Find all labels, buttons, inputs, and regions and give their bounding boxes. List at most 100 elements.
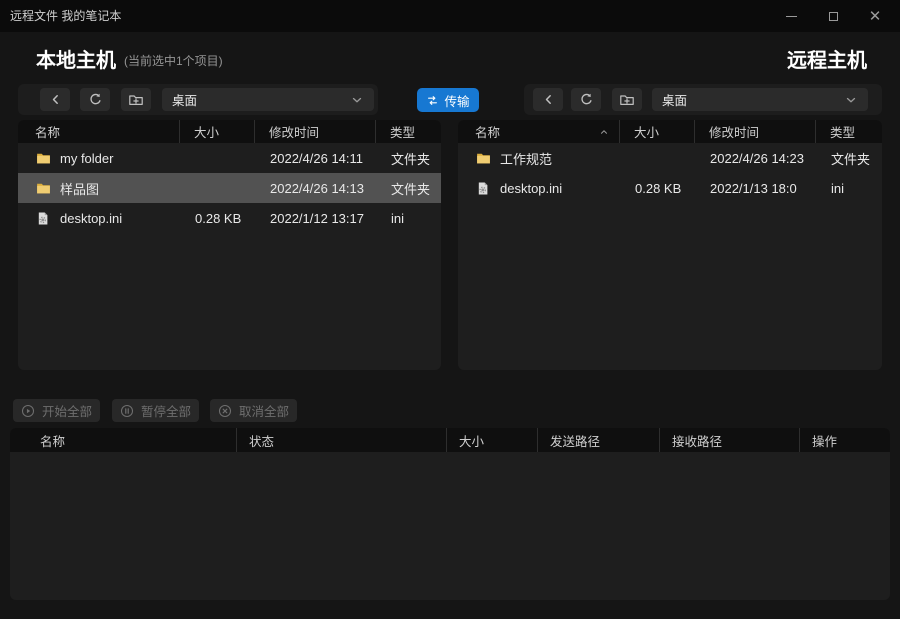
transfer-queue-body [10, 452, 890, 600]
local-refresh-button[interactable] [80, 88, 110, 111]
file-size-cell: 0.28 KB [195, 210, 242, 226]
remote-back-button[interactable] [533, 88, 563, 111]
pause-all-label: 暂停全部 [140, 405, 191, 419]
file-name: desktop.ini [60, 210, 123, 226]
x-circle-icon [218, 404, 232, 417]
file-name-cell: desktop.ini [458, 173, 620, 203]
transfer-button-label: 传输 [444, 94, 470, 109]
queue-column-size[interactable]: 大小 [447, 428, 538, 452]
remote-refresh-button[interactable] [571, 88, 601, 111]
queue-column-operation[interactable]: 操作 [800, 428, 890, 452]
file-modified-cell: 2022/4/26 14:11 [270, 150, 364, 166]
remote-column-size[interactable]: 大小 [620, 120, 695, 143]
remote-column-type[interactable]: 类型 [816, 120, 882, 143]
remote-toolbar: 桌面 [524, 84, 882, 115]
file-name-cell: my folder [18, 143, 180, 173]
selection-info: (当前选中1个项目) [124, 54, 223, 68]
titlebar: 远程文件 我的笔记本 ✕ [0, 0, 900, 32]
local-host-label: 本地主机 [36, 50, 116, 72]
folder-plus-icon [620, 94, 634, 105]
file-size-cell: 0.28 KB [635, 180, 682, 196]
cancel-all-button[interactable]: 取消全部 [210, 399, 297, 422]
queue-column-status[interactable]: 状态 [237, 428, 447, 452]
file-row[interactable]: desktop.ini 0.28 KB 2022/1/12 13:17 ini [18, 203, 441, 233]
remote-file-list: 工作规范 2022/4/26 14:23 文件夹 desktop.ini 0.28 KB… [458, 143, 882, 203]
queue-column-receive-path[interactable]: 接收路径 [660, 428, 800, 452]
queue-column-send-path[interactable]: 发送路径 [538, 428, 660, 452]
chevron-down-icon [846, 97, 856, 102]
pause-circle-icon [120, 404, 134, 417]
remote-path-value: 桌面 [662, 94, 688, 108]
file-row[interactable]: 样品图 2022/4/26 14:13 文件夹 [18, 173, 441, 203]
play-circle-icon [21, 404, 35, 417]
remote-column-modified[interactable]: 修改时间 [695, 120, 816, 143]
remote-path-dropdown[interactable]: 桌面 [652, 88, 868, 111]
minimize-button[interactable] [770, 0, 812, 32]
folder-icon [476, 151, 491, 166]
file-name-cell: desktop.ini [18, 203, 180, 233]
ini-file-icon [476, 181, 491, 196]
maximize-button[interactable] [812, 0, 854, 32]
folder-icon [36, 181, 51, 196]
file-type-cell: 文件夹 [391, 181, 431, 197]
minimize-icon [785, 15, 797, 17]
local-column-name[interactable]: 名称 [18, 120, 180, 143]
folder-icon [36, 151, 51, 166]
chevron-left-icon [52, 95, 58, 104]
file-row[interactable]: desktop.ini 0.28 KB 2022/1/13 18:0 ini [458, 173, 882, 203]
remote-new-folder-button[interactable] [612, 88, 642, 111]
local-file-panel: 名称 大小 修改时间 类型 my folder 2022/4/26 14:11 文件… [18, 120, 441, 370]
sort-ascending-icon [599, 127, 609, 137]
file-name-cell: 工作规范 [458, 143, 620, 173]
chevron-down-icon [352, 97, 362, 102]
file-row[interactable]: my folder 2022/4/26 14:11 文件夹 [18, 143, 441, 173]
local-column-modified[interactable]: 修改时间 [255, 120, 376, 143]
local-toolbar: 桌面 [18, 84, 378, 115]
file-name: desktop.ini [500, 180, 563, 196]
local-column-size[interactable]: 大小 [180, 120, 255, 143]
local-file-header: 名称 大小 修改时间 类型 [18, 120, 441, 143]
file-modified-cell: 2022/4/26 14:13 [270, 180, 364, 196]
window-title: 远程文件 我的笔记本 [10, 9, 122, 23]
local-host-title: 本地主机 (当前选中1个项目) [36, 44, 223, 73]
transfer-button[interactable]: 传输 [417, 88, 479, 112]
file-size-cell [180, 143, 255, 173]
pause-all-button[interactable]: 暂停全部 [112, 399, 199, 422]
transfer-queue-header: 名称 状态 大小 发送路径 接收路径 操作 [10, 428, 890, 452]
transfer-queue-table: 名称 状态 大小 发送路径 接收路径 操作 [10, 428, 890, 600]
remote-file-panel: 名称 大小 修改时间 类型 工作规范 2022/4/26 14:23 文件夹 desk… [458, 120, 882, 370]
local-column-type[interactable]: 类型 [376, 120, 441, 143]
app-window: 远程文件 我的笔记本 ✕ 本地主机 (当前选中1个项目) 远程主机 桌面 传输 [0, 0, 900, 619]
ini-file-icon [36, 211, 51, 226]
file-modified-cell: 2022/1/13 18:0 [710, 180, 797, 196]
file-name-cell: 样品图 [18, 173, 180, 203]
file-name: my folder [60, 150, 114, 166]
maximize-icon [828, 11, 838, 21]
file-row[interactable]: 工作规范 2022/4/26 14:23 文件夹 [458, 143, 882, 173]
refresh-icon [580, 93, 592, 105]
local-file-list: my folder 2022/4/26 14:11 文件夹 样品图 2022/4/26 … [18, 143, 441, 233]
queue-column-name[interactable]: 名称 [10, 428, 237, 452]
file-modified-cell: 2022/4/26 14:23 [710, 150, 804, 166]
file-name: 样品图 [60, 181, 100, 197]
remote-column-name[interactable]: 名称 [458, 120, 620, 143]
chevron-left-icon [545, 95, 551, 104]
local-back-button[interactable] [40, 88, 70, 111]
start-all-button[interactable]: 开始全部 [13, 399, 100, 422]
file-size-cell [620, 143, 695, 173]
folder-plus-icon [129, 94, 143, 105]
start-all-label: 开始全部 [41, 405, 92, 419]
file-name: 工作规范 [500, 151, 553, 167]
file-modified-cell: 2022/1/12 13:17 [270, 210, 364, 226]
file-size-cell [180, 173, 255, 203]
cancel-all-label: 取消全部 [238, 405, 289, 419]
local-new-folder-button[interactable] [121, 88, 151, 111]
close-icon: ✕ [868, 7, 882, 25]
swap-arrows-icon [428, 95, 438, 105]
file-type-cell: 文件夹 [831, 151, 871, 167]
refresh-icon [89, 93, 101, 105]
close-button[interactable]: ✕ [854, 0, 896, 32]
local-path-dropdown[interactable]: 桌面 [162, 88, 374, 111]
local-path-value: 桌面 [172, 94, 198, 108]
remote-host-title: 远程主机 [787, 50, 867, 72]
